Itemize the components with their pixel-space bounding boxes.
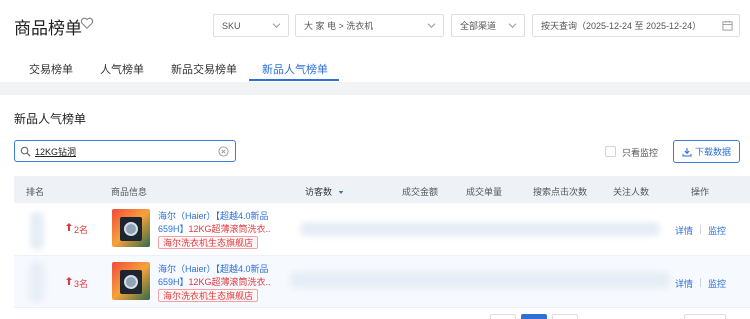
- sku-select[interactable]: SKU: [213, 14, 289, 37]
- monitor-only-checkbox[interactable]: [605, 146, 616, 157]
- column-header-visitors-label: 访客数: [305, 187, 333, 197]
- pagination-page[interactable]: [552, 314, 578, 319]
- tab-popularity-ranking[interactable]: 人气榜单: [100, 61, 144, 77]
- tab-new-popularity-ranking[interactable]: 新品人气榜单: [262, 61, 328, 77]
- action-divider: [700, 225, 701, 234]
- clear-icon[interactable]: [218, 146, 229, 157]
- active-tab-indicator: [249, 79, 339, 81]
- search-icon: [20, 146, 31, 157]
- chevron-down-icon: [508, 23, 517, 28]
- heart-icon[interactable]: [80, 16, 94, 30]
- product-name-line2[interactable]: 659H】12KG超薄滚筒洗衣..: [158, 276, 276, 289]
- channel-select-value: 全部渠道: [460, 21, 497, 31]
- column-header-product: 商品信息: [111, 187, 148, 197]
- product-name[interactable]: 海尔（Haier）【超越4.0新品: [158, 210, 276, 223]
- sort-desc-icon: [338, 191, 343, 195]
- product-name-keyword: 12KG超薄滚筒洗衣..: [188, 277, 271, 287]
- column-header-sales-amount: 成交金额: [402, 187, 439, 197]
- search-input-value: 12KG钻洞: [35, 146, 77, 157]
- monitor-link[interactable]: 监控: [708, 224, 726, 237]
- channel-select[interactable]: 全部渠道: [451, 14, 525, 37]
- column-header-visitors[interactable]: 访客数: [305, 185, 344, 198]
- action-divider: [700, 278, 701, 287]
- download-button[interactable]: 下载数据: [673, 140, 740, 163]
- column-header-followers: 关注人数: [613, 187, 650, 197]
- category-select[interactable]: 大 家 电 > 洗衣机: [295, 14, 444, 37]
- category-select-value: 大 家 电 > 洗衣机: [304, 21, 374, 31]
- redacted-area: [30, 212, 44, 250]
- tab-new-trade-ranking[interactable]: 新品交易榜单: [171, 61, 237, 77]
- column-header-actions: 操作: [691, 187, 710, 197]
- redacted-area: [30, 262, 44, 302]
- redacted-area: [300, 222, 660, 236]
- calendar-icon: [722, 20, 733, 31]
- column-header-search-clicks: 搜索点击次数: [533, 187, 588, 197]
- redacted-area: [290, 272, 670, 288]
- product-name-keyword: 12KG超薄滚筒洗衣..: [188, 224, 271, 234]
- chevron-down-icon: [272, 23, 281, 28]
- shop-tag[interactable]: 海尔洗衣机生态旗舰店: [158, 236, 259, 249]
- date-picker[interactable]: 按天查询（2025-12-24 至 2025-12-24）: [532, 14, 740, 37]
- pagination-next[interactable]: [684, 314, 726, 319]
- section-title: 新品人气榜单: [14, 112, 87, 126]
- rank-value: 2名: [74, 225, 89, 235]
- pagination-prev[interactable]: [490, 314, 516, 319]
- rank-up-arrow-icon: [66, 277, 72, 285]
- product-thumbnail[interactable]: [112, 209, 150, 247]
- search-input[interactable]: 12KG钻洞: [14, 140, 236, 162]
- chevron-down-icon: [427, 23, 436, 28]
- tab-trade-ranking[interactable]: 交易榜单: [29, 61, 73, 77]
- rank-up-arrow-icon: [66, 223, 72, 231]
- page-title: 商品榜单: [14, 19, 82, 38]
- monitor-only-label: 只看监控: [622, 148, 659, 158]
- monitor-link[interactable]: 监控: [708, 277, 726, 290]
- product-name-model: 659H】: [158, 277, 189, 287]
- column-header-sales-orders: 成交单量: [466, 187, 503, 197]
- product-name-model: 659H】: [158, 224, 189, 234]
- download-icon: [682, 148, 692, 157]
- product-name[interactable]: 海尔（Haier）【超越4.0新品: [158, 263, 276, 276]
- pagination-page-current[interactable]: [521, 314, 547, 319]
- download-button-label: 下载数据: [695, 147, 732, 157]
- column-header-rank: 排名: [26, 187, 45, 197]
- product-name-line2[interactable]: 659H】12KG超薄滚筒洗衣..: [158, 223, 276, 236]
- sku-select-value: SKU: [222, 20, 241, 31]
- shop-tag[interactable]: 海尔洗衣机生态旗舰店: [158, 289, 259, 302]
- date-picker-value: 按天查询（2025-12-24 至 2025-12-24）: [541, 21, 702, 31]
- rank-value: 3名: [74, 279, 89, 289]
- detail-link[interactable]: 详情: [675, 277, 693, 290]
- product-thumbnail[interactable]: [112, 262, 150, 300]
- detail-link[interactable]: 详情: [675, 224, 693, 237]
